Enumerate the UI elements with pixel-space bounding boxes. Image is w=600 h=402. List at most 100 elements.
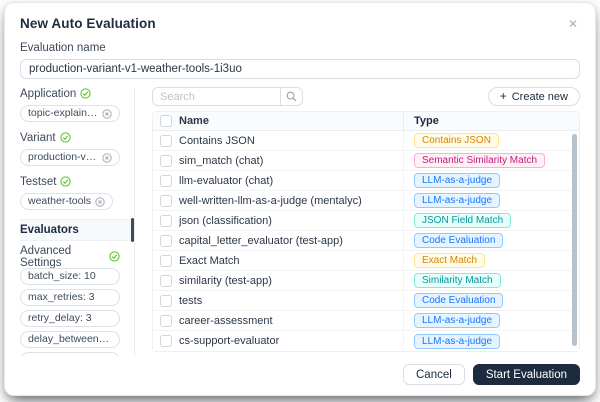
evaluator-name: capital_letter_evaluator (test-app)	[179, 235, 403, 247]
section-label: Variant	[20, 132, 56, 144]
evaluator-type-cell: Exact Match	[403, 251, 579, 270]
sidebar-section: Variant production-variant - v1	[20, 131, 120, 166]
active-indicator	[131, 218, 134, 242]
row-checkbox[interactable]	[160, 255, 172, 267]
table-row[interactable]: cs-support-evaluator LLM-as-a-judge	[153, 331, 579, 351]
modal-footer: Cancel Start Evaluation	[20, 356, 580, 385]
search-input[interactable]	[153, 91, 280, 103]
table-row[interactable]: similarity (test-app) Similarity Match	[153, 271, 579, 291]
evaluator-type-cell: LLM-as-a-judge	[403, 191, 579, 210]
table-row[interactable]: Contains JSON Contains JSON	[153, 131, 579, 151]
row-checkbox[interactable]	[160, 215, 172, 227]
row-checkbox-cell	[153, 215, 179, 227]
modal-content: Application topic-explainer-tracedss Var…	[20, 87, 580, 356]
section-tag: weather-tools	[20, 193, 113, 210]
modal-title: New Auto Evaluation	[20, 16, 156, 31]
table-row[interactable]: tests Code Evaluation	[153, 291, 579, 311]
close-circle-icon[interactable]	[102, 109, 112, 119]
evaluator-type-badge: Code Evaluation	[414, 293, 503, 308]
evaluator-type-cell: LLM-as-a-judge	[403, 171, 579, 190]
table-row[interactable]: json (classification) JSON Field Match	[153, 211, 579, 231]
row-checkbox[interactable]	[160, 155, 172, 167]
check-circle-icon	[80, 88, 91, 99]
table-row[interactable]: Exact Match Exact Match	[153, 251, 579, 271]
table-row[interactable]: career-assessment LLM-as-a-judge	[153, 311, 579, 331]
advanced-setting-tag: retry_delay: 3	[20, 310, 120, 327]
row-checkbox[interactable]	[160, 295, 172, 307]
row-checkbox[interactable]	[160, 175, 172, 187]
evaluator-type-cell: JSON Field Match	[403, 211, 579, 230]
section-label-row: Testset	[20, 175, 120, 188]
create-new-button[interactable]: + Create new	[488, 87, 580, 106]
sidebar-item-evaluators[interactable]: Evaluators	[20, 219, 134, 241]
section-label: Application	[20, 88, 76, 100]
evaluator-name: llm-evaluator (chat)	[179, 175, 403, 187]
row-checkbox[interactable]	[160, 315, 172, 327]
evaluator-type-badge: LLM-as-a-judge	[414, 334, 500, 349]
evaluator-name: well-written-llm-as-a-judge (mentalyc)	[179, 195, 403, 207]
table-row[interactable]: sim_match (chat) Semantic Similarity Mat…	[153, 151, 579, 171]
create-new-label: Create new	[512, 91, 568, 103]
section-label-row: Variant	[20, 131, 120, 144]
section-tag: topic-explainer-tracedss	[20, 105, 120, 122]
sidebar-sections: Application topic-explainer-tracedss Var…	[20, 87, 120, 210]
new-auto-evaluation-modal: New Auto Evaluation ✕ Evaluation name Ap…	[4, 2, 596, 396]
evaluation-name-input[interactable]	[20, 59, 580, 79]
check-circle-icon	[109, 251, 120, 262]
evaluator-name: json (classification)	[179, 215, 403, 227]
row-checkbox-cell	[153, 195, 179, 207]
check-circle-icon	[60, 176, 71, 187]
table-row[interactable]: llm-evaluator (chat) LLM-as-a-judge	[153, 171, 579, 191]
advanced-setting-tag: batch_size: 10	[20, 268, 120, 285]
cancel-button[interactable]: Cancel	[403, 364, 465, 385]
evaluator-name: cs-support-evaluator	[179, 335, 403, 347]
row-checkbox-cell	[153, 315, 179, 327]
evaluator-type-cell: Semantic Similarity Match	[403, 151, 579, 170]
select-all-checkbox[interactable]	[160, 115, 172, 127]
evaluator-type-badge: Contains JSON	[414, 133, 499, 148]
evaluator-name: Contains JSON	[179, 135, 403, 147]
evaluator-type-cell: Code Evaluation	[403, 231, 579, 250]
table-row[interactable]: capital_letter_evaluator (test-app) Code…	[153, 231, 579, 251]
evaluator-table-body: Contains JSON Contains JSON sim_match (c…	[153, 131, 579, 351]
evaluator-name: sim_match (chat)	[179, 155, 403, 167]
evaluator-type-badge: Exact Match	[414, 253, 485, 268]
row-checkbox[interactable]	[160, 195, 172, 207]
check-circle-icon	[60, 132, 71, 143]
evaluators-label: Evaluators	[20, 224, 79, 236]
search-box	[152, 87, 303, 106]
search-icon[interactable]	[280, 88, 302, 105]
close-circle-icon[interactable]	[102, 153, 112, 163]
evaluator-type-cell: LLM-as-a-judge	[403, 311, 579, 330]
row-checkbox-cell	[153, 335, 179, 347]
row-checkbox[interactable]	[160, 335, 172, 347]
evaluator-type-badge: JSON Field Match	[414, 213, 511, 228]
evaluator-type-cell: Code Evaluation	[403, 291, 579, 310]
evaluator-type-badge: Similarity Match	[414, 273, 501, 288]
config-sidebar: Application topic-explainer-tracedss Var…	[20, 87, 135, 356]
start-evaluation-button[interactable]: Start Evaluation	[473, 364, 580, 385]
row-checkbox[interactable]	[160, 235, 172, 247]
section-tag: production-variant - v1	[20, 149, 120, 166]
row-checkbox[interactable]	[160, 275, 172, 287]
evaluator-type-badge: LLM-as-a-judge	[414, 173, 500, 188]
table-scrollbar[interactable]	[572, 134, 577, 346]
section-tag-text: production-variant - v1	[28, 151, 98, 164]
evaluator-panel: + Create new Name Type Contains JSON Con…	[135, 87, 580, 356]
section-tag-text: topic-explainer-tracedss	[28, 107, 98, 120]
row-checkbox-cell	[153, 135, 179, 147]
row-checkbox-cell	[153, 275, 179, 287]
table-row[interactable]: well-written-llm-as-a-judge (mentalyc) L…	[153, 191, 579, 211]
column-header-type: Type	[403, 112, 579, 130]
evaluator-name: tests	[179, 295, 403, 307]
advanced-setting-tag: max_retries: 3	[20, 289, 120, 306]
close-icon[interactable]: ✕	[566, 16, 580, 32]
table-header: Name Type	[153, 112, 579, 131]
close-circle-icon[interactable]	[95, 197, 105, 207]
advanced-settings-label: Advanced Settings	[20, 250, 120, 263]
modal-header: New Auto Evaluation ✕	[20, 16, 580, 32]
sidebar-section: Application topic-explainer-tracedss	[20, 87, 120, 122]
evaluator-type-badge: Code Evaluation	[414, 233, 503, 248]
evaluator-name: Exact Match	[179, 255, 403, 267]
row-checkbox[interactable]	[160, 135, 172, 147]
